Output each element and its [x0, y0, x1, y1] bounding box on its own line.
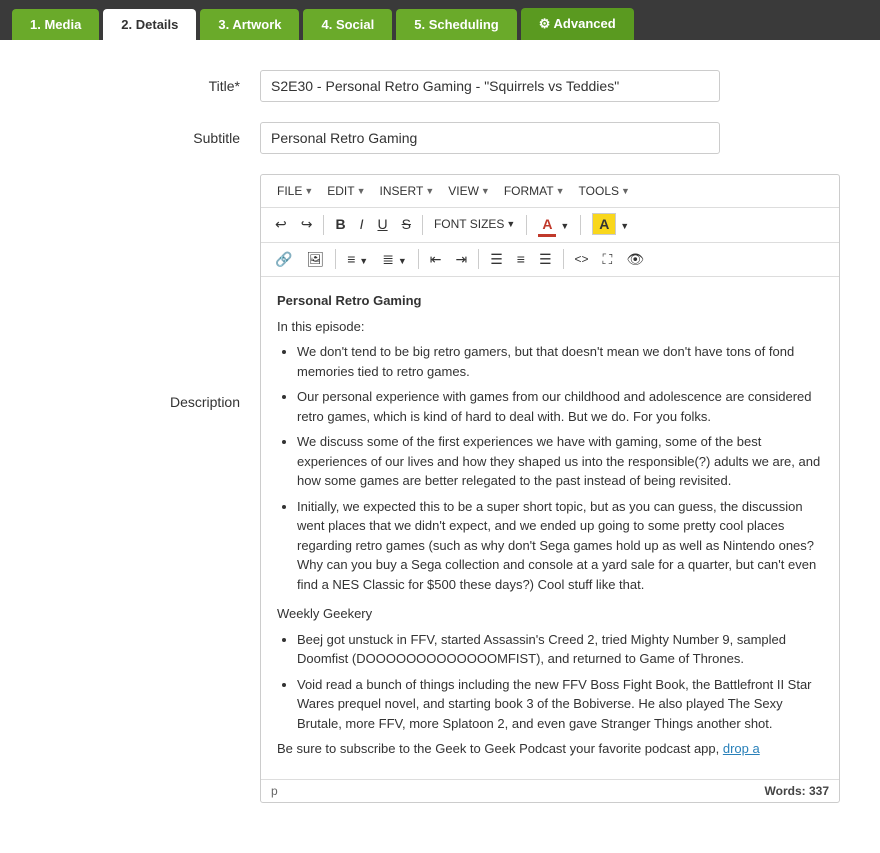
menu-edit[interactable]: EDIT ▼	[321, 181, 371, 201]
toolbar2-sep-4	[563, 249, 564, 269]
editor-footer-text: Be sure to subscribe to the Geek to Geek…	[277, 739, 823, 759]
image-button[interactable]: 🖼	[300, 247, 330, 273]
app-container: 1. Media 2. Details 3. Artwork 4. Social…	[0, 0, 880, 853]
redo-button[interactable]: ↪	[295, 212, 319, 238]
insert-arrow-icon: ▼	[425, 186, 434, 196]
align-right-button[interactable]: ☰	[533, 247, 558, 273]
align-center-button[interactable]: ≡	[511, 247, 531, 273]
tab-social[interactable]: 4. Social	[303, 9, 392, 40]
underline-button[interactable]: U	[371, 212, 393, 238]
word-count: Words: 337	[765, 784, 829, 798]
subtitle-input[interactable]	[260, 122, 720, 154]
editor-bullets-2: Beej got unstuck in FFV, started Assassi…	[297, 630, 823, 734]
editor-menubar: FILE ▼ EDIT ▼ INSERT ▼ VIEW ▼	[261, 175, 839, 208]
fullscreen-button[interactable]: ⛶	[597, 247, 619, 273]
editor-toolbar-1: ↩ ↪ B I U S FONT SIZES ▼ A ▼ A ▼	[261, 208, 839, 243]
menu-insert[interactable]: INSERT ▼	[374, 181, 441, 201]
highlight-button[interactable]: A ▼	[586, 212, 635, 238]
tab-media[interactable]: 1. Media	[12, 9, 99, 40]
editor-intro: In this episode:	[277, 317, 823, 337]
tab-details[interactable]: 2. Details	[103, 9, 196, 40]
file-arrow-icon: ▼	[304, 186, 313, 196]
main-content: Title* Subtitle Description FILE ▼	[0, 40, 880, 853]
editor-bold-title: Personal Retro Gaming	[277, 291, 823, 311]
format-arrow-icon: ▼	[556, 186, 565, 196]
undo-button[interactable]: ↩	[269, 212, 293, 238]
description-row: Description FILE ▼ EDIT ▼ INSERT ▼	[40, 174, 840, 803]
tools-arrow-icon: ▼	[621, 186, 630, 196]
toolbar-sep-1	[323, 215, 324, 235]
link-button[interactable]: 🔗	[269, 247, 298, 273]
menu-file[interactable]: FILE ▼	[271, 181, 319, 201]
editor-container: FILE ▼ EDIT ▼ INSERT ▼ VIEW ▼	[260, 174, 840, 803]
edit-arrow-icon: ▼	[357, 186, 366, 196]
list-item: Initially, we expected this to be a supe…	[297, 497, 823, 595]
list-item: Our personal experience with games from …	[297, 387, 823, 426]
title-input[interactable]	[260, 70, 720, 102]
toolbar-sep-2	[422, 215, 423, 235]
subtitle-label: Subtitle	[40, 122, 260, 146]
tabs-bar: 1. Media 2. Details 3. Artwork 4. Social…	[0, 0, 880, 40]
editor-footer: p Words: 337	[261, 779, 839, 802]
menu-view[interactable]: VIEW ▼	[442, 181, 496, 201]
font-sizes-button[interactable]: FONT SIZES ▼	[428, 213, 521, 236]
indent-button[interactable]: ⇥	[449, 247, 473, 273]
toolbar2-sep-3	[478, 249, 479, 269]
tab-artwork[interactable]: 3. Artwork	[200, 9, 299, 40]
bold-button[interactable]: B	[329, 212, 351, 238]
toolbar-sep-4	[580, 215, 581, 235]
tab-advanced[interactable]: ⚙ Advanced	[521, 8, 634, 40]
toolbar-sep-3	[526, 215, 527, 235]
view-arrow-icon: ▼	[481, 186, 490, 196]
tab-scheduling[interactable]: 5. Scheduling	[396, 9, 517, 40]
title-label: Title*	[40, 70, 260, 94]
unordered-list-button[interactable]: ≡ ▼	[341, 247, 374, 273]
subtitle-input-container	[260, 122, 720, 154]
menu-format[interactable]: FORMAT ▼	[498, 181, 571, 201]
description-label: Description	[40, 174, 260, 410]
editor-bullets-1: We don't tend to be big retro gamers, bu…	[297, 342, 823, 594]
subtitle-row: Subtitle	[40, 122, 840, 154]
align-left-button[interactable]: ☰	[484, 247, 509, 273]
italic-button[interactable]: I	[354, 212, 370, 238]
ordered-list-button[interactable]: ≣ ▼	[376, 247, 413, 273]
editor-section2-title: Weekly Geekery	[277, 604, 823, 624]
source-code-button[interactable]: <>	[569, 248, 595, 271]
font-color-button[interactable]: A ▼	[532, 212, 575, 238]
editor-body[interactable]: Personal Retro Gaming In this episode: W…	[261, 277, 839, 779]
editor-footer-link[interactable]: drop a	[723, 741, 760, 756]
title-row: Title*	[40, 70, 840, 102]
toolbar2-sep-2	[418, 249, 419, 269]
editor-tag: p	[271, 784, 278, 798]
outdent-button[interactable]: ⇤	[424, 247, 448, 273]
list-item: Beej got unstuck in FFV, started Assassi…	[297, 630, 823, 669]
title-input-container	[260, 70, 720, 102]
list-item: We don't tend to be big retro gamers, bu…	[297, 342, 823, 381]
strikethrough-button[interactable]: S	[396, 212, 417, 238]
preview-button[interactable]: 👁	[620, 247, 650, 273]
menu-tools[interactable]: TOOLS ▼	[573, 181, 636, 201]
toolbar2-sep-1	[335, 249, 336, 269]
list-item: Void read a bunch of things including th…	[297, 675, 823, 734]
editor-toolbar-2: 🔗 🖼 ≡ ▼ ≣ ▼ ⇤ ⇥ ☰ ≡ ☰ <> ⛶ 👁	[261, 243, 839, 278]
list-item: We discuss some of the first experiences…	[297, 432, 823, 491]
